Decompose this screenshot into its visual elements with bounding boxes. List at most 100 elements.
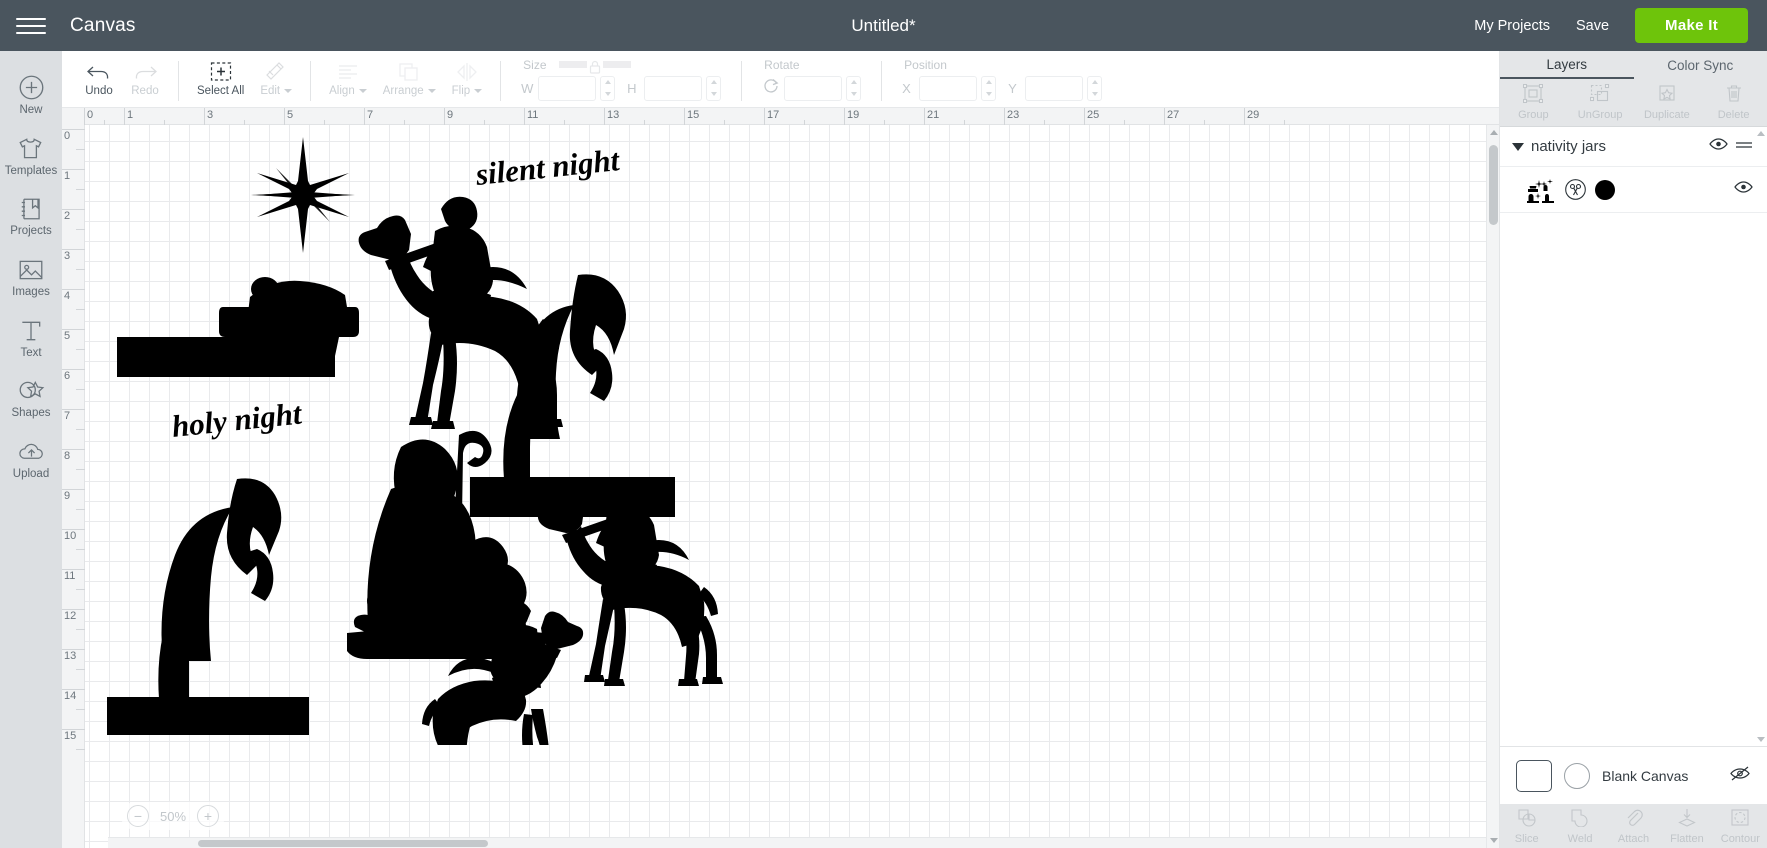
height-input[interactable] (644, 75, 703, 101)
ruler-label: 10 (64, 530, 77, 542)
tab-color-sync[interactable]: Color Sync (1634, 51, 1767, 79)
ruler-tick-minor (76, 189, 85, 190)
toolbar-divider-4 (741, 61, 743, 101)
width-stepper[interactable] (600, 75, 616, 101)
scrollbar-thumb[interactable] (198, 840, 488, 847)
sidebar-item-images[interactable]: Images (0, 248, 62, 308)
ruler-tick-minor (76, 469, 85, 470)
horizontal-ruler[interactable]: 0 1 3 5 7 9 11 13 15 17 19 21 23 25 27 29 (62, 108, 1499, 125)
sidebar-item-new[interactable]: New (0, 65, 62, 126)
top-bar: Canvas Untitled* My Projects Save Make I… (0, 0, 1767, 51)
hamburger-icon[interactable] (0, 0, 62, 51)
scroll-up-icon[interactable] (1490, 130, 1498, 135)
slice-button[interactable]: Slice (1500, 804, 1553, 848)
eye-icon[interactable] (1709, 137, 1728, 156)
star-shape (251, 137, 355, 253)
scroll-down-icon[interactable] (1490, 838, 1498, 843)
redo-button[interactable]: Redo (122, 51, 168, 107)
layer-menu-icon[interactable] (1735, 138, 1753, 156)
sidebar-item-shapes[interactable]: Shapes (0, 369, 62, 429)
ruler-label: 4 (64, 290, 71, 302)
attach-button[interactable]: Attach (1607, 804, 1660, 848)
arrange-button[interactable]: Arrange (375, 51, 444, 107)
contour-icon (1730, 808, 1750, 832)
sidebar-label-shapes: Shapes (11, 407, 51, 420)
main-row: New Templates Projects Images Text Shape… (0, 51, 1767, 848)
blank-canvas-row[interactable]: Blank Canvas (1500, 746, 1767, 804)
flip-button[interactable]: Flip (444, 51, 491, 107)
nativity-artwork[interactable]: silent night holy night (85, 125, 1305, 745)
sidebar-item-templates[interactable]: Templates (0, 127, 62, 187)
panel-scrollbar[interactable] (1756, 127, 1767, 746)
ruler-tick-minor (76, 349, 85, 350)
ruler-label: 27 (1167, 109, 1180, 121)
my-projects-link[interactable]: My Projects (1474, 18, 1550, 34)
select-all-button[interactable]: Select All (189, 51, 252, 107)
tshirt-icon (17, 136, 45, 162)
group-button[interactable]: Group (1500, 79, 1567, 126)
blank-canvas-swatch[interactable] (1516, 759, 1552, 792)
sidebar-item-text[interactable]: Text (0, 309, 62, 369)
sidebar-label-text: Text (20, 346, 42, 359)
ruler-label: 1 (127, 109, 134, 121)
lock-ratio-control[interactable] (559, 59, 632, 75)
artboard[interactable]: silent night holy night (85, 125, 1499, 848)
zoom-control[interactable]: − 50% + (121, 802, 225, 830)
group-label: Group (1518, 109, 1549, 121)
ruler-label: 11 (527, 109, 539, 121)
sidebar-item-upload[interactable]: Upload (0, 430, 62, 490)
position-x-input[interactable] (919, 75, 978, 101)
panel-scroll-up-icon[interactable] (1757, 131, 1765, 136)
canvas-vertical-scrollbar[interactable] (1486, 125, 1499, 848)
ungroup-icon (1590, 83, 1610, 108)
canvas-wrap: 0 1 3 5 7 9 11 13 15 17 19 21 23 25 27 29 0 1 2 3 4 5 6 7 8 9 10 1… (62, 108, 1499, 848)
align-button[interactable]: Align (321, 51, 375, 107)
ruler-label: 13 (607, 109, 620, 121)
height-label: H (627, 80, 637, 96)
tab-layers[interactable]: Layers (1500, 51, 1634, 79)
contour-button[interactable]: Contour (1714, 804, 1767, 848)
eye-off-icon[interactable] (1729, 765, 1751, 787)
delete-button[interactable]: Delete (1700, 79, 1767, 126)
layer-color-swatch[interactable] (1595, 179, 1615, 200)
ruler-label: 23 (1007, 109, 1020, 121)
rotate-input[interactable] (784, 75, 843, 101)
weld-button[interactable]: Weld (1553, 804, 1606, 848)
eye-icon[interactable] (1734, 180, 1753, 199)
panel-scroll-down-icon[interactable] (1757, 737, 1765, 742)
width-input[interactable] (538, 75, 597, 101)
zoom-in-button[interactable]: + (197, 805, 219, 827)
position-y-label: Y (1008, 80, 1017, 96)
layer-group-header[interactable]: nativity jars (1500, 127, 1767, 167)
silent-night-text: silent night (473, 142, 622, 192)
position-x-stepper[interactable] (981, 75, 997, 101)
ruler-tick-minor (76, 389, 85, 390)
height-stepper[interactable] (706, 75, 722, 101)
scissors-cut-icon[interactable] (1565, 179, 1586, 200)
duplicate-button[interactable]: Duplicate (1634, 79, 1701, 126)
blank-canvas-circle-icon[interactable] (1564, 762, 1590, 789)
scrollbar-thumb-vertical[interactable] (1489, 145, 1498, 225)
arrange-group: Align Arrange Flip (321, 51, 490, 107)
layer-row[interactable] (1500, 167, 1767, 213)
make-it-button[interactable]: Make It (1635, 8, 1748, 43)
sidebar-item-projects[interactable]: Projects (0, 187, 62, 247)
vertical-ruler[interactable]: 0 1 2 3 4 5 6 7 8 9 10 11 12 13 14 15 (62, 125, 85, 848)
position-y-stepper[interactable] (1087, 75, 1103, 101)
canvas-area[interactable]: silent night holy night − 50% + (85, 125, 1499, 848)
edit-menu-button[interactable]: Edit (252, 51, 300, 107)
ungroup-button[interactable]: UnGroup (1567, 79, 1634, 126)
toolbar-divider-3 (500, 61, 502, 101)
undo-button[interactable]: Undo (76, 51, 122, 107)
ruler-tick-minor (76, 589, 85, 590)
canvas-horizontal-scrollbar[interactable] (108, 837, 1486, 848)
text-t-icon (18, 318, 44, 344)
flatten-button[interactable]: Flatten (1660, 804, 1713, 848)
zoom-out-button[interactable]: − (127, 805, 149, 827)
chevron-down-icon (284, 88, 293, 93)
chevron-down-icon[interactable] (1512, 142, 1524, 151)
save-button[interactable]: Save (1576, 18, 1609, 34)
rotate-stepper[interactable] (846, 75, 862, 101)
duplicate-icon (1657, 84, 1677, 108)
position-y-input[interactable] (1025, 75, 1084, 101)
